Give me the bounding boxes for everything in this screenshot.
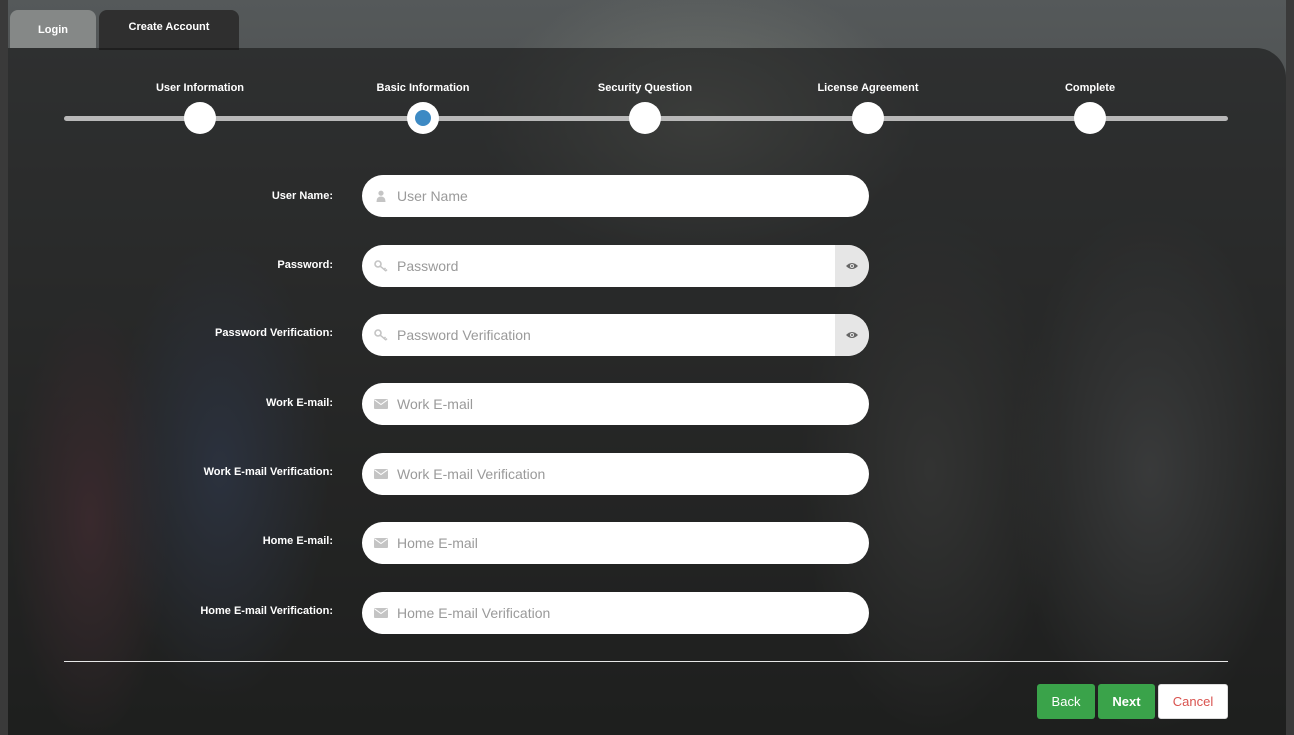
eye-icon[interactable] [835, 314, 869, 356]
envelope-icon [373, 396, 389, 412]
home-email-input[interactable] [397, 522, 827, 564]
step-label-security-question: Security Question [597, 82, 693, 94]
password-verification-input[interactable] [397, 314, 827, 356]
window-frame-left [0, 0, 8, 735]
home-email-verification-input[interactable] [397, 592, 827, 634]
tab-create-account[interactable]: Create Account [99, 10, 239, 50]
user-name-input[interactable] [397, 175, 827, 217]
window-frame-right [1286, 0, 1294, 735]
step-label-basic-information: Basic Information [376, 82, 470, 94]
home-email-label: Home E-mail: [262, 535, 333, 547]
key-icon [373, 327, 389, 343]
user-name-field[interactable] [362, 175, 869, 217]
envelope-icon [373, 535, 389, 551]
work-email-verification-field[interactable] [362, 453, 869, 495]
password-verification-label: Password Verification: [215, 327, 333, 339]
password-label: Password: [277, 259, 333, 271]
password-input[interactable] [397, 245, 827, 287]
tab-login[interactable]: Login [10, 10, 96, 48]
step-label-user-information: User Information [155, 82, 245, 94]
key-icon [373, 258, 389, 274]
step-dot-basic-information[interactable] [407, 102, 439, 134]
password-verification-field[interactable] [362, 314, 869, 356]
work-email-label: Work E-mail: [265, 397, 333, 409]
step-dot-complete[interactable] [1074, 102, 1106, 134]
home-email-verification-field[interactable] [362, 592, 869, 634]
password-field[interactable] [362, 245, 869, 287]
user-icon [373, 188, 389, 204]
back-button[interactable]: Back [1037, 684, 1095, 719]
work-email-field[interactable] [362, 383, 869, 425]
home-email-field[interactable] [362, 522, 869, 564]
step-dot-security-question[interactable] [629, 102, 661, 134]
next-button[interactable]: Next [1098, 684, 1155, 719]
work-email-verification-label: Work E-mail Verification: [203, 466, 333, 478]
envelope-icon [373, 605, 389, 621]
step-dot-license-agreement[interactable] [852, 102, 884, 134]
form-divider [64, 661, 1228, 662]
home-email-verification-label: Home E-mail Verification: [200, 605, 333, 617]
step-label-complete: Complete [1064, 82, 1116, 94]
user-name-label: User Name: [271, 190, 333, 202]
cancel-button[interactable]: Cancel [1158, 684, 1228, 719]
step-label-license-agreement: License Agreement [817, 82, 919, 94]
envelope-icon [373, 466, 389, 482]
step-dot-user-information[interactable] [184, 102, 216, 134]
work-email-input[interactable] [397, 383, 827, 425]
eye-icon[interactable] [835, 245, 869, 287]
work-email-verification-input[interactable] [397, 453, 827, 495]
